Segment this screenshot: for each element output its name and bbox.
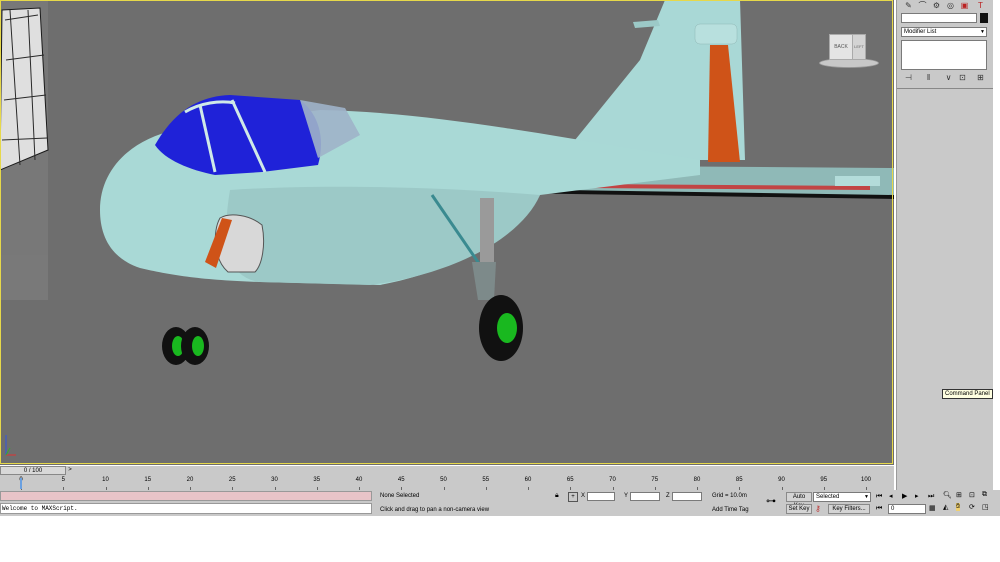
perspective-viewport[interactable]: BACK LEFT bbox=[0, 0, 894, 465]
ruler-tick-label: 55 bbox=[482, 477, 490, 483]
z-coordinate-field[interactable] bbox=[672, 492, 702, 501]
selection-status: None Selected bbox=[380, 493, 420, 499]
go-to-start-icon[interactable]: ⏮ bbox=[876, 492, 882, 502]
ruler-tick-label: 40 bbox=[355, 477, 363, 483]
key-mode-icon[interactable]: ⊶ bbox=[766, 496, 776, 507]
track-bar[interactable]: 0510152025303540455055606570758085909510… bbox=[0, 476, 894, 490]
ruler-tick-label: 70 bbox=[609, 477, 616, 483]
prompt-line: Click and drag to pan a non-camera view bbox=[380, 507, 490, 513]
ruler-tick-label: 15 bbox=[144, 477, 152, 483]
viewcube[interactable]: BACK LEFT bbox=[815, 32, 881, 68]
y-coordinate-field[interactable] bbox=[630, 492, 660, 501]
ruler-tick-label: 5 bbox=[61, 477, 65, 483]
previous-frame-icon[interactable]: ◂ bbox=[889, 492, 893, 502]
next-frame-icon[interactable]: ▸ bbox=[915, 492, 919, 502]
viewcube-face-back[interactable]: BACK bbox=[829, 34, 853, 60]
display-tab-icon[interactable]: ▣ bbox=[959, 0, 970, 11]
time-configuration-icon[interactable]: ▦ bbox=[929, 504, 936, 512]
time-slider-track[interactable]: 0 / 100 > bbox=[0, 466, 894, 476]
absolute-mode-icon[interactable]: + bbox=[568, 492, 578, 502]
ruler-tick-label: 10 bbox=[102, 477, 109, 483]
modifier-list-dropdown[interactable]: Modifier List ▼ bbox=[901, 27, 987, 37]
ruler-tick-label: 85 bbox=[735, 477, 743, 483]
ruler-tick-label: 60 bbox=[524, 477, 532, 483]
key-filters-button[interactable]: Key Filters... bbox=[828, 504, 870, 514]
play-icon[interactable]: ▶ bbox=[902, 492, 907, 502]
command-panel: ✎ ⌒ ⚙ ◎ ▣ T Modifier List ▼ ⊣ ‖ ∨ ⊡ ⊞ bbox=[896, 0, 993, 516]
zoom-extents-icon[interactable]: ⊡ bbox=[969, 491, 975, 499]
remove-modifier-icon[interactable]: ⊡ bbox=[957, 72, 968, 83]
modifier-list-label: Modifier List bbox=[904, 29, 937, 35]
zoom-icon[interactable]: 🔍︎ bbox=[943, 491, 952, 499]
frame-indicator: 0 / 100 bbox=[23, 468, 43, 474]
configure-modifier-sets-icon[interactable]: ⊞ bbox=[975, 72, 986, 83]
x-coordinate-field[interactable] bbox=[587, 492, 615, 501]
ruler-tick-label: 95 bbox=[820, 477, 828, 483]
zoom-all-icon[interactable]: ⊞ bbox=[956, 491, 962, 499]
tail-fin bbox=[575, 0, 745, 162]
set-key-icon[interactable]: ⚷ bbox=[815, 504, 821, 513]
panel-divider bbox=[897, 88, 993, 89]
ruler-tick-label: 100 bbox=[860, 477, 872, 483]
go-to-end-icon[interactable]: ⏭ bbox=[928, 492, 934, 502]
maxscript-text: Welcome to MAXScript. bbox=[2, 505, 78, 512]
modify-tab-icon[interactable]: ⌒ bbox=[917, 0, 928, 11]
x-label: X bbox=[581, 493, 586, 499]
maximize-viewport-icon[interactable]: ◳ bbox=[982, 503, 989, 511]
time-slider-next-arrow[interactable]: > bbox=[66, 466, 74, 475]
utilities-tab-icon[interactable]: T bbox=[975, 0, 986, 11]
playback-controls: ⏮ ◂ ▶ ▸ ⏭ bbox=[876, 492, 940, 502]
grid-readout: Grid = 10.0m bbox=[712, 493, 747, 499]
add-time-tag[interactable]: Add Time Tag bbox=[712, 507, 749, 513]
y-label: Y bbox=[624, 493, 629, 499]
motion-tab-icon[interactable]: ◎ bbox=[945, 0, 956, 11]
modifier-stack[interactable] bbox=[901, 40, 987, 70]
pan-view-icon[interactable]: ✋︎ bbox=[956, 503, 960, 511]
ruler-tick-label: 20 bbox=[186, 477, 194, 483]
z-label: Z bbox=[666, 493, 670, 499]
ruler-tick-label: 75 bbox=[651, 477, 659, 483]
field-of-view-icon[interactable]: ◭ bbox=[943, 503, 948, 511]
object-color-swatch[interactable] bbox=[980, 13, 988, 23]
maxscript-listener[interactable]: Welcome to MAXScript. bbox=[0, 503, 372, 514]
show-end-result-icon[interactable]: ‖ bbox=[923, 72, 934, 83]
command-panel-tooltip: Command Panel bbox=[942, 389, 993, 399]
background-object bbox=[0, 0, 49, 300]
orbit-icon[interactable]: ⟳ bbox=[969, 503, 975, 511]
ruler-tick-label: 45 bbox=[397, 477, 405, 483]
nose-wheels bbox=[162, 327, 209, 365]
viewcube-face-left[interactable]: LEFT bbox=[852, 34, 866, 60]
scene-render bbox=[0, 0, 894, 456]
stack-toolbar: ⊣ ‖ ∨ ⊡ ⊞ bbox=[901, 72, 987, 82]
ruler-tick-label: 90 bbox=[778, 477, 785, 483]
chevron-down-icon: ▼ bbox=[980, 29, 985, 35]
current-frame-value: 0 bbox=[891, 506, 895, 512]
ruler-tick-label: 25 bbox=[228, 477, 236, 483]
create-tab-icon[interactable]: ✎ bbox=[903, 0, 914, 11]
hierarchy-tab-icon[interactable]: ⚙ bbox=[931, 0, 942, 11]
ruler-tick-label: 80 bbox=[693, 477, 701, 483]
current-frame-marker bbox=[20, 478, 22, 489]
axis-tripod bbox=[5, 435, 16, 456]
object-name-field[interactable] bbox=[901, 13, 977, 23]
selection-lock-icon[interactable]: 🔒︎ bbox=[555, 492, 559, 500]
selected-label: Selected bbox=[816, 494, 840, 500]
ruler-tick-label: 35 bbox=[313, 477, 321, 483]
pin-stack-icon[interactable]: ⊣ bbox=[903, 72, 914, 83]
ruler-tick-label: 65 bbox=[566, 477, 574, 483]
maxscript-listener-pink[interactable] bbox=[0, 491, 372, 501]
auto-key-button[interactable]: Auto Key bbox=[786, 492, 812, 509]
chevron-down-icon: ▼ bbox=[864, 494, 869, 500]
viewport-navigation: 🔍︎ ⊞ ⊡ ⧉ ◭ ✋︎ ⟳ ◳ bbox=[942, 491, 996, 515]
set-key-button[interactable]: Set Key bbox=[786, 504, 812, 514]
time-slider-thumb[interactable]: 0 / 100 bbox=[0, 466, 66, 475]
current-frame-field[interactable]: 0 bbox=[888, 504, 926, 514]
status-bar: Welcome to MAXScript. None Selected Clic… bbox=[0, 490, 1000, 516]
key-selection-dropdown[interactable]: Selected ▼ bbox=[813, 492, 871, 502]
key-mode-toggle-icon[interactable]: ⏮ bbox=[876, 505, 882, 513]
zoom-extents-all-icon[interactable]: ⧉ bbox=[982, 491, 987, 499]
make-unique-icon[interactable]: ∨ bbox=[943, 72, 954, 83]
ruler-tick-label: 30 bbox=[271, 477, 278, 483]
ruler-tick-label: 50 bbox=[440, 477, 447, 483]
